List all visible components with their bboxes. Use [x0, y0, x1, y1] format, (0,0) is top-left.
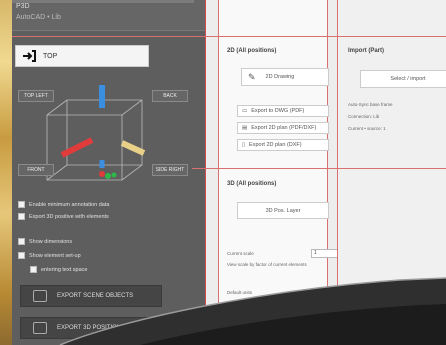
- export-dwg-label: Export to DWG (PDF): [251, 108, 305, 114]
- panel-2d-column: 2D (All positions) ✎ 2D Drawing ▭ Export…: [205, 0, 351, 345]
- doc-icon: ▭: [242, 108, 248, 114]
- view-back-label: BACK: [163, 93, 177, 99]
- view-side-right-button[interactable]: SIDE RIGHT: [152, 164, 188, 176]
- current-scale-label: Current scale: [227, 251, 254, 256]
- default-units-hint: Positions, position and text, numbering …: [227, 301, 345, 306]
- option-annotation-label: Enable minimum annotation data: [29, 201, 110, 208]
- export-plan-dxf-button[interactable]: ▯ Export 2D plan (DXF): [237, 139, 329, 151]
- option-setup[interactable]: Show element set-up: [18, 252, 81, 259]
- drawing-2d-button[interactable]: ✎ 2D Drawing: [241, 68, 329, 86]
- guide-line: [192, 168, 446, 169]
- current-scale-hint: View scale by factor of current elements: [227, 262, 307, 267]
- export-plan-pdf-button[interactable]: ▤ Export 2D plan (PDF/DXF): [237, 122, 329, 134]
- export-all-button[interactable]: EXPORT 3D POSITIONS: [20, 317, 162, 339]
- option-text-space-label: entering text space: [41, 266, 88, 273]
- doc-icon: ▤: [242, 125, 248, 131]
- panel-3d-title: 3D (All positions): [227, 181, 277, 187]
- import-button[interactable]: Select / import: [360, 70, 446, 88]
- checkbox-annotation[interactable]: [18, 201, 25, 208]
- view-top-left-label: TOP LEFT: [24, 93, 48, 99]
- title-bar: P3D AutoCAD • Lib: [12, 0, 205, 31]
- checkbox-export-3d[interactable]: [18, 213, 25, 220]
- checkbox-dimensions[interactable]: [18, 238, 25, 245]
- export-plan-pdf-label: Export 2D plan (PDF/DXF): [251, 125, 317, 131]
- export-all-label: EXPORT 3D POSITIONS: [57, 325, 126, 331]
- pos-layer-3d-button[interactable]: 3D Pos. Layer: [237, 202, 329, 219]
- background-photo-left: [0, 0, 12, 345]
- option-dimensions-label: Show dimensions: [29, 238, 73, 245]
- export-objects-label: EXPORT SCENE OBJECTS: [57, 293, 134, 299]
- pos-layer-3d-label: 3D Pos. Layer: [265, 207, 301, 214]
- import-info-line: Connection: Lib: [348, 114, 380, 119]
- folder-icon: [33, 322, 47, 334]
- login-arrow-icon: [23, 50, 36, 62]
- guide-line: [12, 36, 446, 37]
- pen-icon: ✎: [248, 71, 256, 82]
- import-info-line: Auto-Sync base frame: [348, 102, 393, 107]
- import-title: Import (Part): [348, 48, 384, 54]
- top-view-label: TOP: [43, 52, 58, 60]
- view-top-left-button[interactable]: TOP LEFT: [18, 90, 54, 102]
- default-units-label: Default units: [227, 290, 253, 295]
- sidebar: P3D AutoCAD • Lib TOP TOP LEFT BACK FRON…: [12, 0, 205, 345]
- export-plan-dxf-label: Export 2D plan (DXF): [249, 142, 302, 148]
- option-export-3d[interactable]: Export 3D positive with elements: [18, 213, 109, 220]
- app-title: P3D: [16, 3, 30, 10]
- option-text-space[interactable]: entering text space: [30, 266, 87, 273]
- option-dimensions[interactable]: Show dimensions: [18, 238, 72, 245]
- panel-import: Import (Part) Select / import Auto-Sync …: [337, 0, 446, 345]
- drawing-2d-label: 2D Drawing: [265, 74, 295, 80]
- panel-2d-title: 2D (All positions): [227, 48, 277, 54]
- view-front-button[interactable]: FRONT: [18, 164, 54, 176]
- view-back-button[interactable]: BACK: [152, 90, 188, 102]
- view-front-label: FRONT: [27, 167, 45, 173]
- checkbox-setup[interactable]: [18, 252, 25, 259]
- app-subtitle: AutoCAD • Lib: [16, 14, 61, 21]
- option-annotation[interactable]: Enable minimum annotation data: [18, 201, 109, 208]
- panel-2d: 2D (All positions) ✎ 2D Drawing ▭ Export…: [218, 0, 351, 345]
- option-export-3d-label: Export 3D positive with elements: [29, 213, 109, 220]
- import-info-line: Current • source: 1: [348, 126, 386, 131]
- doc-icon: ▯: [242, 142, 246, 148]
- view-side-right-label: SIDE RIGHT: [155, 167, 185, 173]
- option-setup-label: Show element set-up: [29, 252, 81, 259]
- export-objects-button[interactable]: EXPORT SCENE OBJECTS: [20, 285, 162, 307]
- top-view-button[interactable]: TOP: [15, 45, 149, 67]
- application-window: P3D AutoCAD • Lib TOP TOP LEFT BACK FRON…: [12, 0, 446, 345]
- export-dwg-button[interactable]: ▭ Export to DWG (PDF): [237, 105, 329, 117]
- folder-icon: [33, 290, 47, 302]
- import-button-label: Select / import: [390, 76, 426, 82]
- checkbox-text-space[interactable]: [30, 266, 37, 273]
